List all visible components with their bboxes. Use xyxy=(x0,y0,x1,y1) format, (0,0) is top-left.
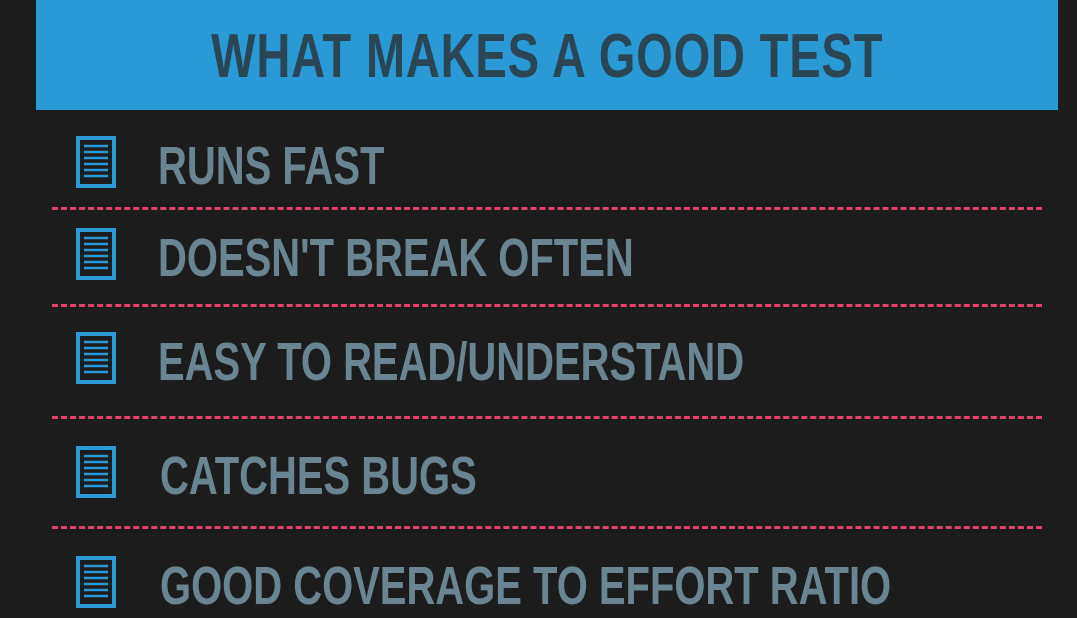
list-item-label: CATCHES BUGS xyxy=(160,446,477,506)
divider xyxy=(52,304,1042,307)
list-item-label: EASY TO READ/UNDERSTAND xyxy=(158,332,745,392)
list-item: CATCHES BUGS xyxy=(0,446,1077,526)
list-item-label: DOESN'T BREAK OFTEN xyxy=(158,228,634,288)
divider xyxy=(52,526,1042,529)
list-item-label: RUNS FAST xyxy=(158,136,385,196)
title-banner: WHAT MAKES A GOOD TEST xyxy=(36,0,1058,110)
document-list-icon xyxy=(76,556,116,608)
document-list-icon xyxy=(76,446,116,498)
document-list-icon xyxy=(76,332,116,384)
list-item: GOOD COVERAGE TO EFFORT RATIO xyxy=(0,556,1077,618)
divider xyxy=(52,416,1042,419)
document-list-icon xyxy=(76,228,116,280)
page-title: WHAT MAKES A GOOD TEST xyxy=(210,21,884,91)
list-item: DOESN'T BREAK OFTEN xyxy=(0,228,1077,308)
list-item: EASY TO READ/UNDERSTAND xyxy=(0,332,1077,412)
document-list-icon xyxy=(76,136,116,188)
list-item-label: GOOD COVERAGE TO EFFORT RATIO xyxy=(160,556,892,616)
divider xyxy=(52,207,1042,210)
list-item: RUNS FAST xyxy=(0,136,1077,216)
